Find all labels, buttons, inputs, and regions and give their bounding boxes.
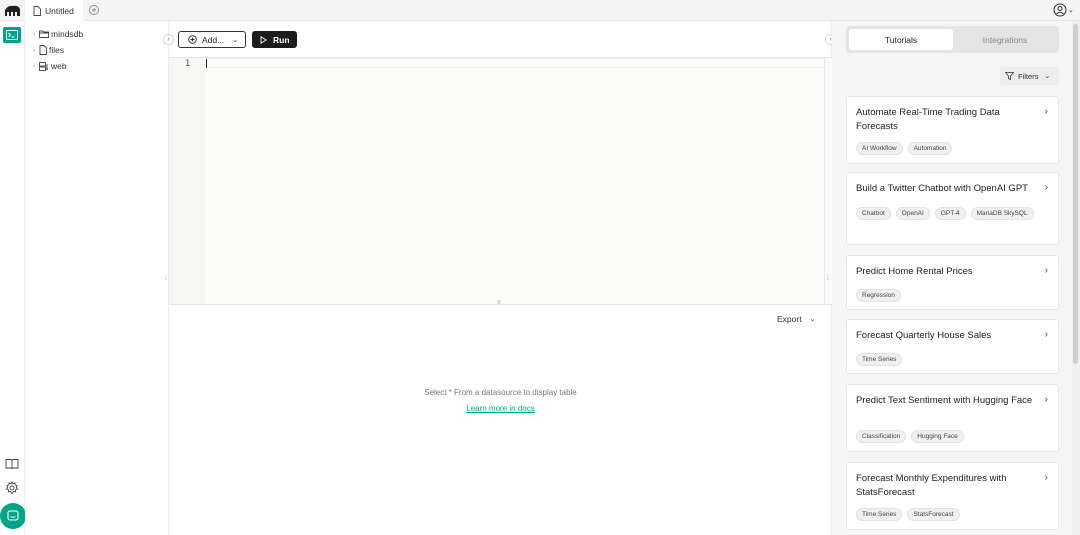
gear-icon[interactable] [5, 481, 19, 495]
terminal-icon [6, 30, 18, 40]
account-menu[interactable]: ⌄ [1053, 3, 1077, 17]
database-web-icon [39, 61, 48, 71]
chevron-down-icon: ⌄ [1068, 7, 1074, 14]
file-icon [39, 45, 47, 55]
tutorial-card[interactable]: Forecast Monthly Expenditures with Stats… [846, 462, 1059, 530]
text-cursor [206, 59, 207, 68]
chevron-right-icon: › [1044, 472, 1048, 483]
tutorial-card-title: Forecast Monthly Expenditures with Stats… [856, 473, 1007, 498]
tree-item-files[interactable]: › files [33, 44, 64, 56]
filters-label: Filters [1018, 71, 1039, 81]
collapse-sidebar-button[interactable]: ‹ [163, 34, 174, 45]
tree-item-label: files [49, 45, 65, 55]
tree-item-label: web [51, 61, 67, 71]
tag: Classification [856, 430, 907, 443]
mindsdb-logo-icon[interactable] [4, 4, 21, 17]
chevron-down-icon: ⌄ [809, 316, 816, 323]
book-icon[interactable] [5, 458, 19, 470]
tag: AI Workflow [856, 142, 903, 155]
line-number-gutter: 1 [169, 58, 205, 304]
chat-icon [7, 510, 19, 521]
resize-grip-icon[interactable]: ≡ [497, 300, 501, 306]
add-button[interactable]: Add... ⌄ [178, 31, 246, 48]
tutorial-card-title: Forecast Quarterly House Sales [856, 330, 992, 341]
tutorial-card[interactable]: Predict Home Rental Prices › Regression [846, 255, 1059, 310]
top-tab-bar: Untitled ⌄ [0, 0, 1080, 21]
empty-results-message: Select * From a datasource to display ta… [424, 388, 577, 397]
tutorial-card-title: Automate Real-Time Trading Data Forecast… [856, 107, 1000, 132]
tag: MariaDB SkySQL [970, 207, 1034, 220]
filter-icon [1005, 72, 1014, 80]
tag: OpenAI [895, 207, 930, 220]
tag: Automation [907, 142, 953, 155]
chevron-left-icon: ‹ [167, 36, 170, 43]
tutorial-card[interactable]: Automate Real-Time Trading Data Forecast… [846, 96, 1059, 164]
tree-item-label: mindsdb [51, 29, 84, 39]
chevron-right-icon: › [1044, 329, 1048, 340]
tag: GPT-4 [934, 207, 966, 220]
file-icon [33, 5, 41, 16]
panel-scrollbar-thumb[interactable] [1073, 24, 1078, 364]
tutorial-tags: Time Series [856, 353, 1046, 371]
file-tree: › mindsdb › files › web [25, 21, 169, 535]
sql-code-editor[interactable]: 1 [169, 58, 824, 304]
tree-item-web[interactable]: › web [33, 60, 67, 72]
tree-item-mindsdb[interactable]: › mindsdb [33, 28, 83, 40]
chevron-down-icon: ⌄ [232, 36, 239, 44]
panel-tab-switcher: Tutorials Integrations [846, 26, 1059, 53]
tab-untitled[interactable]: Untitled [25, 0, 83, 21]
tab-title: Untitled [45, 5, 74, 16]
editor-area: ‹ › Add... ⌄ Run 1 ⁞ ⁞ ≡ Export ⌄ Select… [163, 21, 836, 535]
export-label: Export [777, 314, 802, 324]
tutorial-card-title: Predict Text Sentiment with Hugging Face [856, 395, 1033, 406]
tutorial-card[interactable]: Forecast Quarterly House Sales › Time Se… [846, 319, 1059, 374]
folder-icon [39, 30, 49, 38]
chevron-right-icon: › [1044, 265, 1048, 276]
chevron-right-icon: › [1044, 106, 1048, 117]
resize-grip-icon[interactable]: ⁞ [165, 275, 167, 282]
left-rail [0, 21, 26, 535]
play-icon [260, 35, 267, 44]
tutorial-card-title: Predict Home Rental Prices [856, 266, 973, 277]
chevron-down-icon: ⌄ [1044, 73, 1051, 80]
plus-circle-icon [188, 35, 197, 44]
active-line-highlight [205, 58, 824, 68]
chevron-right-icon: › [1044, 394, 1048, 405]
tutorial-tags: Classification Hugging Face [856, 430, 1046, 448]
resize-grip-icon[interactable]: ⁞ [827, 275, 829, 282]
tutorial-card-title: Build a Twitter Chatbot with OpenAI GPT [856, 183, 1028, 194]
sql-editor-nav[interactable] [3, 27, 21, 43]
tag: Regression [856, 289, 901, 302]
run-button[interactable]: Run [252, 31, 297, 48]
filters-button[interactable]: Filters ⌄ [1000, 67, 1059, 85]
tag: Hugging Face [911, 430, 964, 443]
chevron-right-icon: › [1044, 182, 1048, 193]
tutorials-panel: Tutorials Integrations Filters ⌄ Automat… [832, 21, 1080, 535]
tab-integrations[interactable]: Integrations [953, 29, 1057, 50]
user-avatar-icon [1053, 3, 1067, 17]
export-button[interactable]: Export ⌄ [777, 314, 815, 324]
tab-tutorials[interactable]: Tutorials [849, 29, 953, 50]
tag: Time Series [856, 353, 903, 366]
tag: Chatbot [856, 207, 891, 220]
tag: Time Series [856, 508, 903, 521]
add-tab-icon[interactable] [88, 4, 100, 16]
tutorial-card[interactable]: Predict Text Sentiment with Hugging Face… [846, 384, 1059, 452]
tutorial-tags: Time Series StatsForecast [856, 508, 1046, 526]
editor-scrollbar[interactable] [824, 58, 832, 304]
tutorial-tags: Chatbot OpenAI GPT-4 MariaDB SkySQL [856, 207, 1046, 225]
learn-more-docs-link[interactable]: Learn more in docs [169, 404, 832, 413]
tutorial-tags: Regression [856, 289, 1046, 307]
tutorial-card[interactable]: Build a Twitter Chatbot with OpenAI GPT … [846, 172, 1059, 245]
run-button-label: Run [273, 34, 290, 45]
line-number: 1 [185, 59, 191, 69]
add-button-label: Add... [202, 34, 225, 45]
tutorial-tags: AI Workflow Automation [856, 142, 1046, 160]
tag: StatsForecast [907, 508, 960, 521]
chat-support-button[interactable] [0, 503, 26, 529]
